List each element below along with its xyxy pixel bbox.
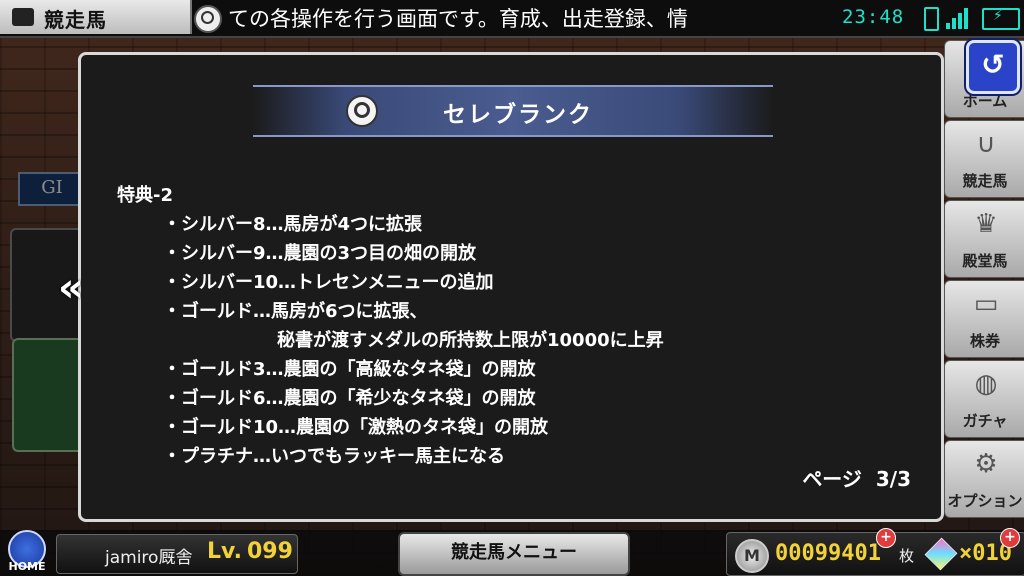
coin-unit: 枚	[899, 547, 915, 565]
perk-item-continuation: 秘書が渡すメダルの所持数上限が10000に上昇	[277, 330, 664, 351]
menu-item-label: ガチャ	[962, 412, 1008, 430]
dialog-title: セレブランク	[443, 102, 593, 128]
dialog-content: 特典-2 ・シルバー8…馬房が4つに拡張 ・シルバー9…農園の3つ目の畑の開放 …	[117, 181, 917, 471]
top-bar: 競走馬 ての各操作を行う画面です。育成、出走登録、情 23:48	[0, 0, 1024, 38]
perk-heading: 特典-2	[117, 185, 173, 206]
dialog-header: セレブランク	[253, 85, 773, 137]
page-number: 3/3	[875, 467, 911, 491]
player-info: jamiro厩舎 Lv. 099	[56, 534, 298, 574]
certificate-icon: ▭	[973, 289, 999, 319]
crown-icon: ♛	[974, 209, 998, 239]
folder-icon	[12, 8, 34, 26]
screen-title: 競走馬	[44, 8, 107, 32]
home-button[interactable]: HOME	[4, 530, 48, 574]
home-label: HOME	[8, 560, 46, 573]
perk-item: ・ゴールド6…農園の「希少なタネ袋」の開放	[163, 388, 536, 409]
player-name: jamiro厩舎	[105, 548, 193, 568]
help-search-icon[interactable]	[194, 5, 222, 33]
clock: 23:48	[842, 6, 905, 28]
battery-icon	[982, 8, 1020, 30]
perk-item: ・ゴールド10…農園の「激熱のタネ袋」の開放	[163, 417, 549, 438]
menu-item-hall-of-fame[interactable]: ♛ 殿堂馬	[944, 200, 1024, 278]
perk-item: ・ゴールド3…農園の「高級なタネ袋」の開放	[163, 359, 536, 380]
signal-icon	[946, 7, 970, 29]
currency-panel: M 00099401 枚 ×010	[726, 532, 1024, 576]
celeb-rank-dialog: セレブランク 特典-2 ・シルバー8…馬房が4つに拡張 ・シルバー9…農園の3つ…	[78, 52, 944, 522]
gem-icon	[924, 537, 958, 571]
prev-page-arrow-icon[interactable]: «	[58, 268, 98, 312]
page-label: ページ	[802, 467, 862, 491]
back-arrow-icon: ↺	[981, 48, 1005, 81]
level-label: Lv.	[207, 539, 242, 564]
phone-icon	[924, 7, 939, 31]
perk-item: ・シルバー9…農園の3つ目の畑の開放	[163, 243, 477, 264]
add-coins-button[interactable]: +	[876, 528, 896, 548]
perk-item: ・シルバー8…馬房が4つに拡張	[163, 214, 423, 235]
menu-item-options[interactable]: ⚙ オプション	[944, 440, 1024, 518]
back-button[interactable]: ↺	[966, 40, 1020, 94]
menu-item-stock[interactable]: ▭ 株券	[944, 280, 1024, 358]
perk-item: ・ゴールド…馬房が6つに拡張、	[163, 301, 428, 322]
horseshoe-icon: ∪	[976, 129, 996, 159]
screen-title-tab: 競走馬	[0, 0, 192, 34]
menu-item-racehorse[interactable]: ∪ 競走馬	[944, 120, 1024, 198]
side-menu: ホーム ∪ 競走馬 ♛ 殿堂馬 ▭ 株券 ◍ ガチャ ⚙ オプション	[944, 40, 1024, 520]
page-indicator: ページ 3/3	[802, 463, 911, 492]
gacha-icon: ◍	[974, 369, 998, 399]
perk-item: ・シルバー10…トレセンメニューの追加	[163, 272, 494, 293]
help-ticker: ての各操作を行う画面です。育成、出走登録、情	[228, 7, 688, 31]
menu-item-label: 競走馬	[962, 172, 1008, 190]
menu-item-label: オプション	[947, 492, 1023, 510]
racehorse-menu-button[interactable]: 競走馬メニュー	[398, 532, 630, 576]
medal-coin-icon: M	[735, 539, 769, 573]
menu-item-label: 株券	[969, 332, 1000, 350]
coin-count: 00099401	[775, 541, 881, 566]
add-gems-button[interactable]: +	[1000, 528, 1020, 548]
level-value: 099	[247, 539, 293, 564]
menu-item-gacha[interactable]: ◍ ガチャ	[944, 360, 1024, 438]
menu-item-label: 殿堂馬	[962, 252, 1008, 270]
perk-item: ・プラチナ…いつでもラッキー馬主になる	[163, 446, 505, 467]
gear-icon: ⚙	[974, 449, 998, 479]
